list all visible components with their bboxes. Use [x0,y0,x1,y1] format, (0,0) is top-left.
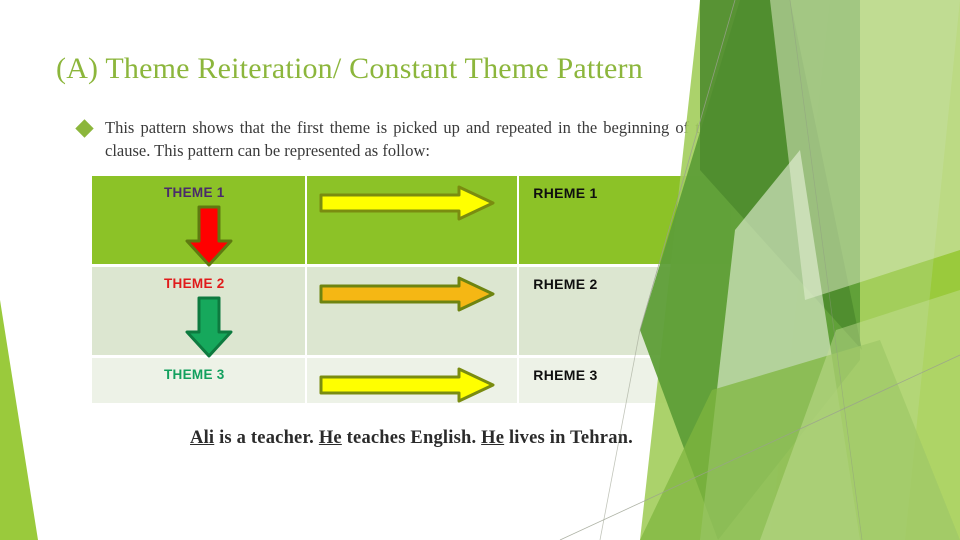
table-row: THEME 3 RHEME 3 [92,358,731,403]
theme-rheme-table: THEME 1 RHEME 1 THEME 2 RHEME 2 THEME 3 … [92,176,731,403]
down-arrow-icon [185,296,233,358]
theme-label-1: THEME 1 [164,185,225,200]
slide-canvas: (A) Theme Reiteration/ Constant Theme Pa… [0,0,960,540]
arrow-cell-3 [307,358,520,403]
underlined-word: Ali [190,428,215,448]
sentence-fragment: is a teacher. [214,428,319,448]
arrow-cell-1 [307,176,520,267]
theme-cell-3: THEME 3 [92,358,308,403]
diamond-bullet-icon [75,119,94,138]
table-row: THEME 2 RHEME 2 [92,267,731,358]
theme-label-2: THEME 2 [164,276,225,291]
deco-shape-pale-wedge [770,0,960,300]
deco-triangle-bottom-left [0,300,38,540]
rheme-label-2: RHEME 2 [533,276,598,292]
deco-shape-soft-overlay [760,290,960,540]
sentence-fragment: lives in Tehran. [504,428,633,448]
theme-cell-2: THEME 2 [92,267,308,358]
rheme-cell-3: RHEME 3 [519,358,731,403]
example-sentence: Ali is a teacher. He teaches English. He… [92,428,731,449]
right-arrow-icon [319,185,495,221]
sentence-fragment: teaches English. [341,428,482,448]
rheme-label-1: RHEME 1 [533,185,598,201]
rheme-cell-2: RHEME 2 [519,267,731,358]
arrow-cell-2 [307,267,520,358]
theme-label-3: THEME 3 [164,367,225,382]
underlined-word: He [318,428,342,448]
right-arrow-icon [319,276,495,312]
body-text: This pattern shows that the first theme … [105,118,750,161]
rheme-label-3: RHEME 3 [533,367,598,383]
page-title: (A) Theme Reiteration/ Constant Theme Pa… [56,52,643,85]
rheme-cell-1: RHEME 1 [519,176,731,267]
body-bullet-block: This pattern shows that the first theme … [75,116,750,163]
underlined-word: He [481,428,505,448]
down-arrow-icon [185,205,233,267]
right-arrow-icon [319,367,495,403]
theme-cell-1: THEME 1 [92,176,308,267]
table-row: THEME 1 RHEME 1 [92,176,731,267]
